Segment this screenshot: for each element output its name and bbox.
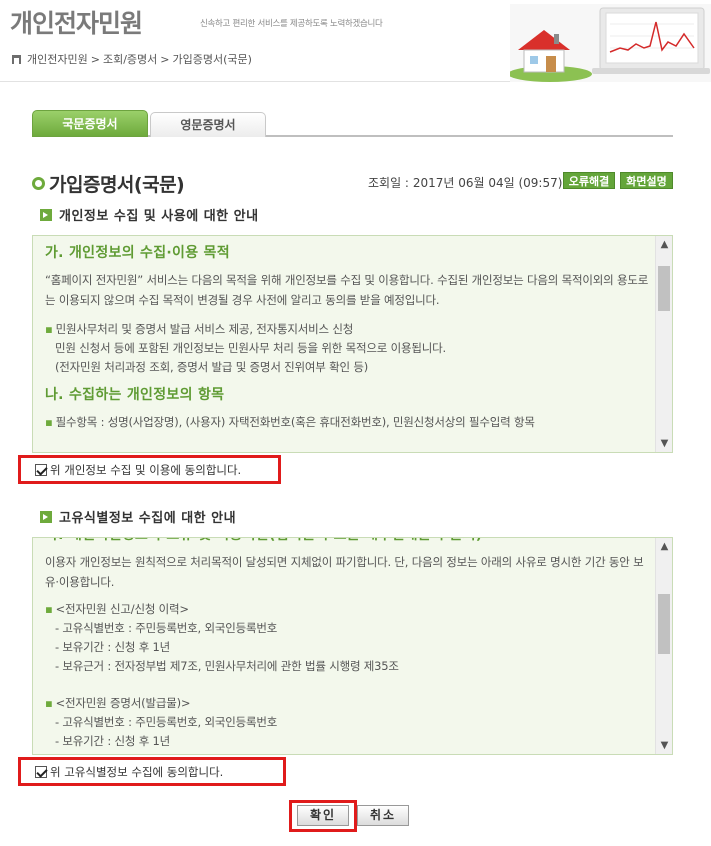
list-item-detail: - 보유근거 : 전자정부법 제7조, 민원사무처리에 관한 법률 시행령 제3… xyxy=(55,659,399,673)
site-slogan: 신속하고 편리한 서비스를 제공하도록 노력하겠습니다 xyxy=(200,19,383,29)
list-item: ▪ <전자민원 증명서(발급물)> xyxy=(45,696,191,710)
privacy-section-heading-text: 개인정보 수집 및 사용에 대한 안내 xyxy=(59,209,259,224)
banner-illustration xyxy=(510,4,711,82)
unique-id-section-heading: 고유식별정보 수집에 대한 안내 xyxy=(40,507,236,526)
arrow-square-icon xyxy=(40,208,52,221)
breadcrumb-item-home[interactable]: 개인전자민원 xyxy=(27,51,88,67)
unique-id-agree-row[interactable]: 위 고유식별정보 수집에 동의합니다. xyxy=(18,757,286,786)
breadcrumb-separator: > xyxy=(90,52,100,66)
privacy-agree-row[interactable]: 위 개인정보 수집 및 이용에 동의합니다. xyxy=(18,455,281,484)
screen-help-button[interactable]: 화면설명 xyxy=(620,172,673,189)
retention-period-title: 가. 개인식별정보의 보유 및 이용기간(법적근거 또는 내부결재문서 근거) xyxy=(45,538,651,546)
scroll-down-icon[interactable]: ▼ xyxy=(656,737,672,754)
breadcrumb: 개인전자민원 > 조회/증명서 > 가입증명서(국문) xyxy=(12,51,252,67)
privacy-items-title: 나. 수집하는 개인정보의 항목 xyxy=(45,387,225,403)
privacy-purpose-title: 가. 개인정보의 수집·이용 목적 xyxy=(45,245,230,261)
view-date-label: 조회일 : xyxy=(368,176,409,190)
scroll-down-icon[interactable]: ▼ xyxy=(656,435,672,452)
error-fix-button[interactable]: 오류해결 xyxy=(563,172,615,189)
tab-korean-certificate[interactable]: 국문증명서 xyxy=(32,110,148,137)
breadcrumb-item-current: 가입증명서(국문) xyxy=(172,53,252,66)
bullet-dot-icon: ▪ xyxy=(45,415,53,429)
unique-id-agree-checkbox[interactable] xyxy=(35,765,47,778)
scroll-up-icon[interactable]: ▲ xyxy=(656,538,672,555)
home-icon[interactable] xyxy=(12,54,21,64)
scroll-thumb[interactable] xyxy=(658,266,670,311)
list-item: ▪ 민원사무처리 및 증명서 발급 서비스 제공, 전자통지서비스 신청 xyxy=(45,322,354,336)
page-title-text: 가입증명서(국문) xyxy=(49,174,185,196)
site-title[interactable]: 개인전자민원 xyxy=(10,4,143,40)
bullet-dot-icon: ▪ xyxy=(45,602,53,616)
privacy-section-heading: 개인정보 수집 및 사용에 대한 안내 xyxy=(40,205,259,224)
confirm-button[interactable]: 확인 xyxy=(297,805,349,826)
unique-id-section-heading-text: 고유식별정보 수집에 대한 안내 xyxy=(59,511,237,526)
list-item-detail: 민원 신청서 등에 포함된 개인정보는 민원사무 처리 등을 위한 목적으로 이… xyxy=(55,341,446,355)
bullet-dot-icon: ▪ xyxy=(45,322,53,336)
circle-bullet-icon xyxy=(32,177,45,190)
list-item: ▪ 필수항목 : 성명(사업장명), (사용자) 자택전화번호(혹은 휴대전화번호… xyxy=(45,415,535,429)
breadcrumb-separator: > xyxy=(160,52,170,66)
scroll-up-icon[interactable]: ▲ xyxy=(656,236,672,253)
list-item-detail: (전자민원 처리과정 조회, 증명서 발급 및 증명서 진위여부 확인 등) xyxy=(55,360,369,374)
list-item: ▪ <전자민원 신고/신청 이력> xyxy=(45,602,189,616)
breadcrumb-item-inquiry[interactable]: 조회/증명서 xyxy=(103,51,157,67)
cancel-button[interactable]: 취소 xyxy=(357,805,409,826)
list-item-detail: - 보유기간 : 신청 후 1년 xyxy=(55,640,171,654)
scroll-thumb[interactable] xyxy=(658,594,670,654)
vertical-scrollbar[interactable]: ▲ ▼ xyxy=(655,236,672,452)
unique-id-scroll-box[interactable]: 가. 개인식별정보의 보유 및 이용기간(법적근거 또는 내부결재문서 근거) … xyxy=(32,537,673,755)
list-item-detail: - 보유기간 : 신청 후 1년 xyxy=(55,734,171,748)
list-item-detail: - 고유식별번호 : 주민등록번호, 외국인등록번호 xyxy=(55,715,278,729)
certificate-tabs: 국문증명서 영문증명서 xyxy=(32,110,673,137)
view-date: 조회일 : 2017년 06월 04일 (09:57) xyxy=(368,174,562,191)
privacy-agree-label[interactable]: 위 개인정보 수집 및 이용에 동의합니다. xyxy=(50,462,241,478)
privacy-purpose-text: “홈페이지 전자민원” 서비스는 다음의 목적을 위해 개인정보를 수집 및 이… xyxy=(45,273,649,307)
retention-period-text: 이용자 개인정보는 원칙적으로 처리목적이 달성되면 지체없이 파기합니다. 단… xyxy=(45,555,644,589)
view-date-value: 2017년 06월 04일 (09:57) xyxy=(412,176,563,190)
arrow-square-icon xyxy=(40,510,52,523)
page-title: 가입증명서(국문) xyxy=(32,170,185,197)
list-item-detail: - 고유식별번호 : 주민등록번호, 외국인등록번호 xyxy=(55,621,278,635)
vertical-scrollbar[interactable]: ▲ ▼ xyxy=(655,538,672,754)
privacy-agree-checkbox[interactable] xyxy=(35,463,47,476)
bullet-dot-icon: ▪ xyxy=(45,696,53,710)
unique-id-agree-label[interactable]: 위 고유식별정보 수집에 동의합니다. xyxy=(50,764,223,780)
header: 개인전자민원 신속하고 편리한 서비스를 제공하도록 노력하겠습니다 개인전자민… xyxy=(0,0,711,82)
tab-english-certificate[interactable]: 영문증명서 xyxy=(150,112,266,137)
privacy-scroll-box[interactable]: 가. 개인정보의 수집·이용 목적 “홈페이지 전자민원” 서비스는 다음의 목… xyxy=(32,235,673,453)
